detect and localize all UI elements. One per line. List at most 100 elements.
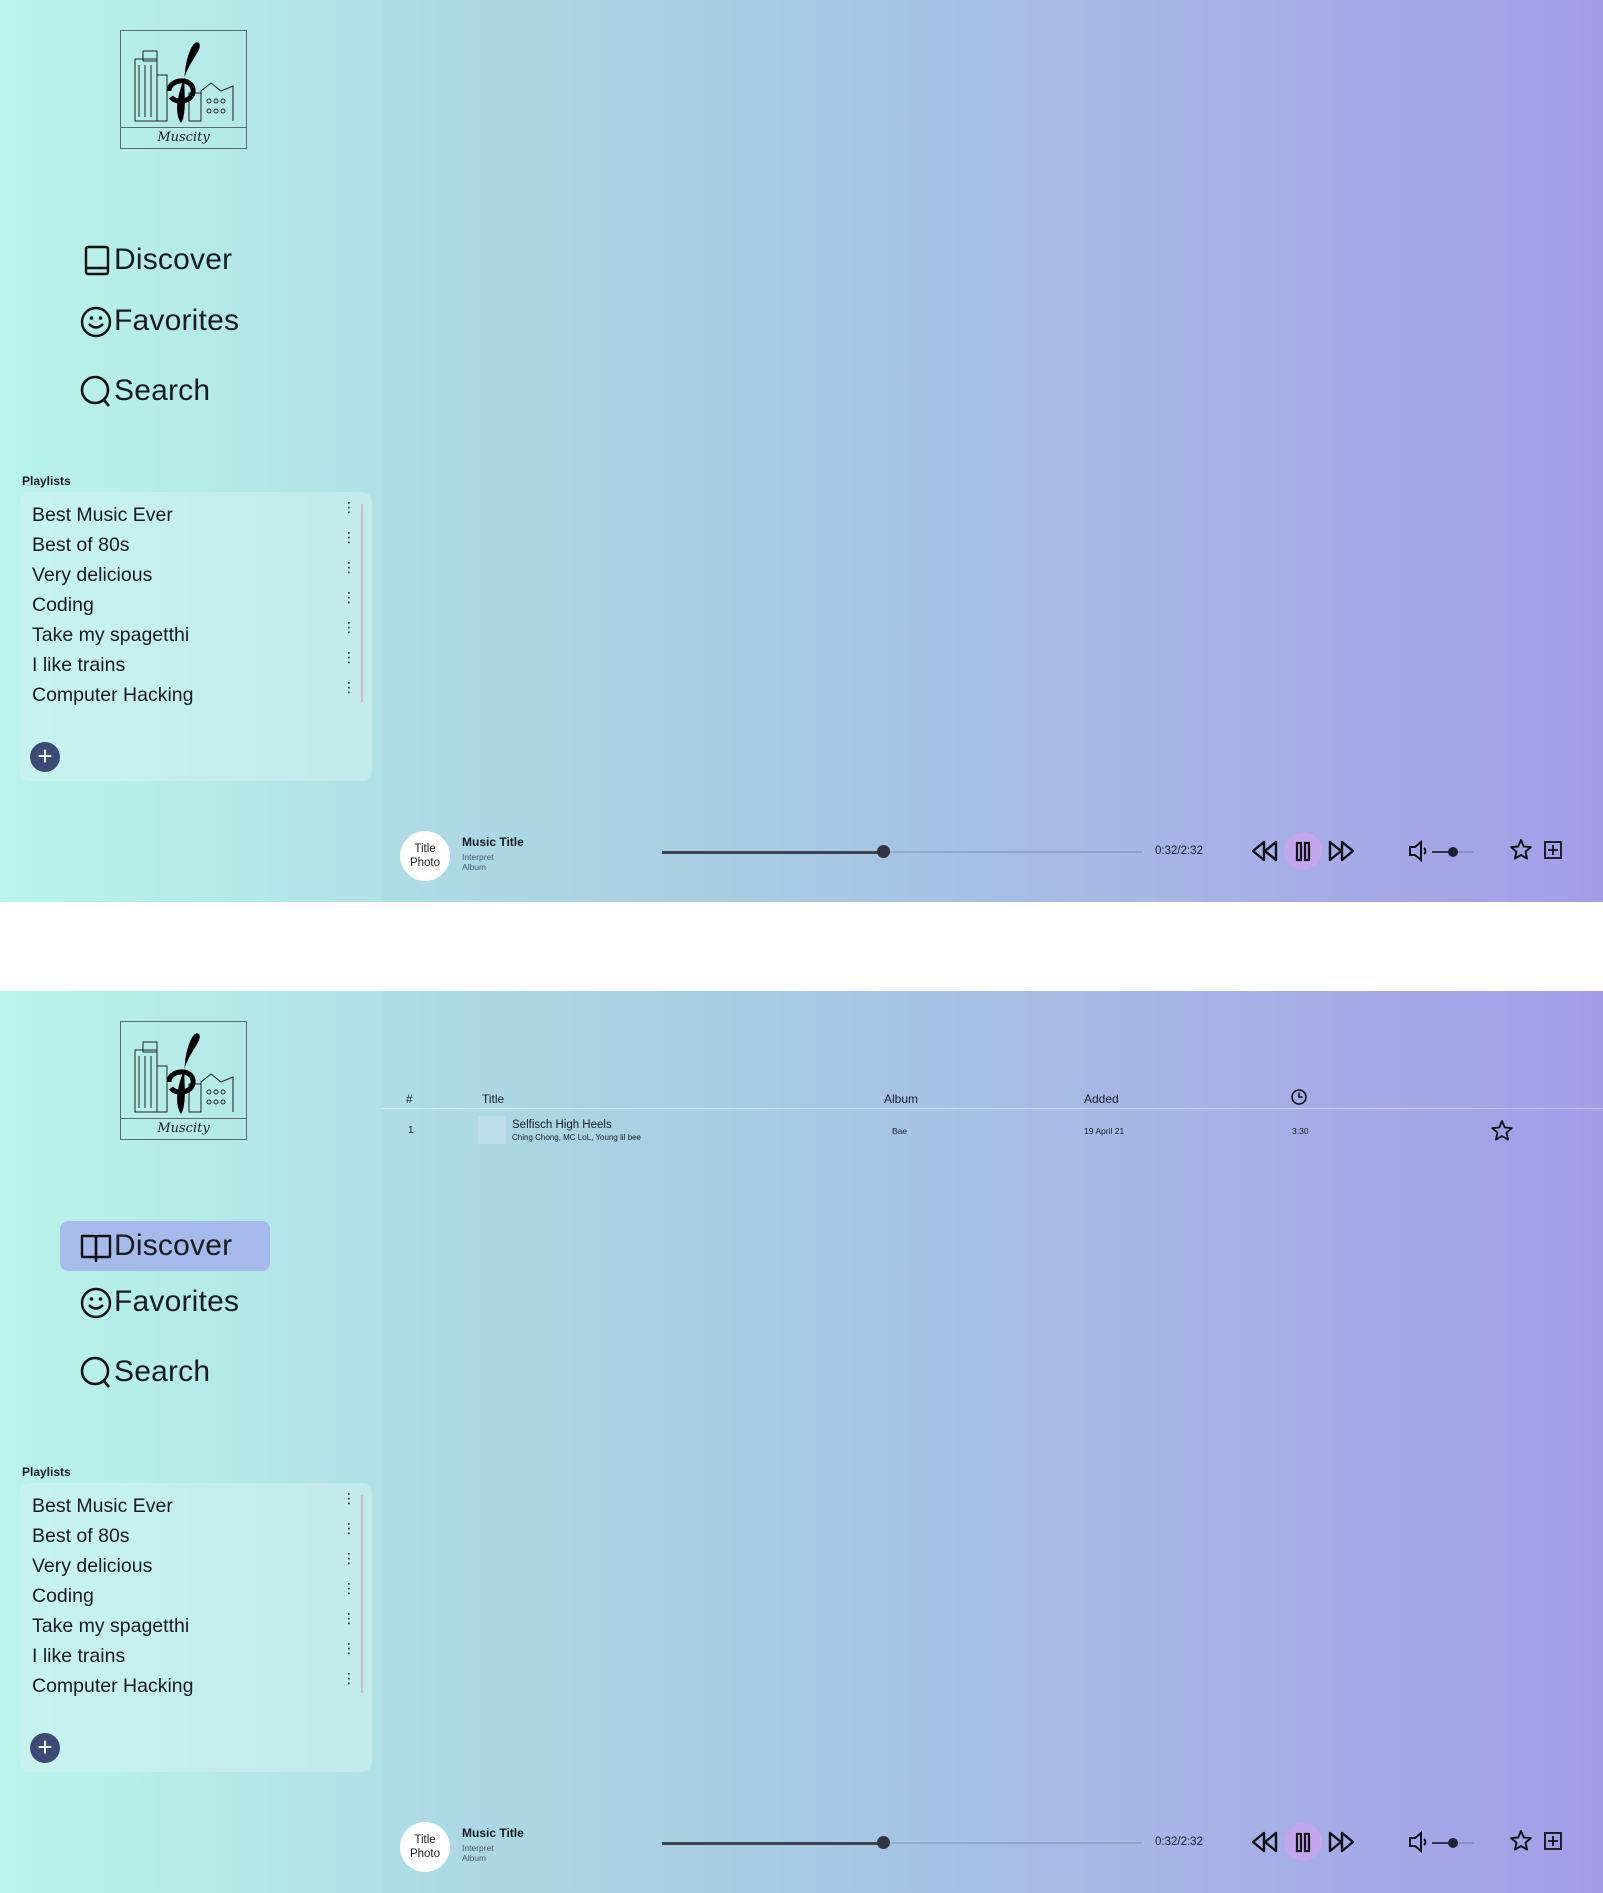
- volume-slider[interactable]: [1432, 847, 1474, 857]
- smiley-icon: [80, 1287, 112, 1319]
- more-vertical-icon[interactable]: ⋮: [342, 1521, 356, 1543]
- more-vertical-icon[interactable]: ⋮: [342, 1641, 356, 1663]
- star-icon[interactable]: [1489, 1118, 1515, 1144]
- star-icon[interactable]: [1508, 1826, 1534, 1856]
- volume-icon[interactable]: [1407, 835, 1431, 867]
- app-screen-default: Muscity Discover Favorites Search Playli…: [0, 0, 1603, 902]
- more-vertical-icon[interactable]: ⋮: [342, 1551, 356, 1573]
- nav-search[interactable]: Search: [60, 1347, 270, 1397]
- playlist-name: Best of 80s: [32, 534, 130, 556]
- column-header-number: #: [406, 1092, 413, 1106]
- add-to-playlist-icon[interactable]: [1540, 1826, 1566, 1856]
- track-row-added: 19 April 21: [1084, 1126, 1125, 1136]
- track-row-duration: 3:30: [1292, 1126, 1309, 1136]
- more-vertical-icon[interactable]: ⋮: [342, 1611, 356, 1633]
- volume-icon[interactable]: [1407, 1826, 1431, 1858]
- playlist-item[interactable]: Best of 80s ⋮: [32, 530, 356, 560]
- playlist-name: Computer Hacking: [32, 684, 194, 706]
- playlist-item[interactable]: Take my spagetthi ⋮: [32, 620, 356, 650]
- track-interpret: Interpret: [462, 852, 494, 862]
- add-playlist-button[interactable]: +: [30, 1733, 60, 1763]
- playlist-name: Best Music Ever: [32, 504, 173, 526]
- cover-line1: Title: [414, 1834, 436, 1846]
- nav-discover-label: Discover: [114, 243, 233, 276]
- add-playlist-button[interactable]: +: [30, 742, 60, 772]
- track-title: Music Title: [462, 1826, 524, 1840]
- track-row-title: Selfisch High Heels: [512, 1119, 612, 1131]
- logo: Muscity: [120, 1021, 247, 1140]
- fast-forward-icon[interactable]: [1326, 835, 1358, 867]
- playlists-heading: Playlists: [22, 1465, 71, 1479]
- playlists-panel: Best Music Ever ⋮ Best of 80s ⋮ Very delic…: [20, 492, 372, 781]
- playlist-item[interactable]: Computer Hacking ⋮: [32, 1671, 356, 1701]
- column-header-album[interactable]: Album: [884, 1092, 918, 1106]
- playlist-item[interactable]: Best Music Ever ⋮: [32, 500, 356, 530]
- playlist-item[interactable]: Very delicious ⋮: [32, 1551, 356, 1581]
- fast-forward-icon[interactable]: [1326, 1826, 1358, 1858]
- playlist-item[interactable]: Computer Hacking ⋮: [32, 680, 356, 710]
- playlists-heading: Playlists: [22, 474, 71, 488]
- playlist-name: I like trains: [32, 654, 126, 676]
- logo-city-icon: [134, 1033, 234, 1114]
- volume-slider[interactable]: [1432, 1838, 1474, 1848]
- cover-photo: Title Photo: [400, 831, 450, 881]
- column-header-title[interactable]: Title: [482, 1092, 504, 1106]
- star-icon[interactable]: [1508, 835, 1534, 865]
- logo-wordmark: Muscity: [121, 127, 246, 148]
- more-vertical-icon[interactable]: ⋮: [342, 1671, 356, 1693]
- nav-search-label: Search: [114, 1355, 211, 1388]
- playlist-item[interactable]: Take my spagetthi ⋮: [32, 1611, 356, 1641]
- playlist-item[interactable]: I like trains ⋮: [32, 650, 356, 680]
- logo-city-icon: [134, 42, 234, 124]
- progress-fill: [662, 850, 883, 854]
- nav-favorites[interactable]: Favorites: [60, 296, 270, 346]
- playlist-name: Best Music Ever: [32, 1495, 173, 1517]
- playlist-name: I like trains: [32, 1645, 126, 1667]
- nav-discover-label: Discover: [114, 1229, 233, 1262]
- track-album: Album: [462, 862, 487, 872]
- playlist-item[interactable]: Best of 80s ⋮: [32, 1521, 356, 1551]
- more-vertical-icon[interactable]: ⋮: [342, 1581, 356, 1603]
- more-vertical-icon[interactable]: ⋮: [342, 590, 356, 612]
- playlists-scrollbar[interactable]: [361, 504, 363, 702]
- playlist-item[interactable]: Coding ⋮: [32, 1581, 356, 1611]
- pause-icon[interactable]: [1287, 835, 1319, 867]
- volume-knob[interactable]: [1448, 1838, 1458, 1848]
- more-vertical-icon[interactable]: ⋮: [342, 1491, 356, 1513]
- playlist-item[interactable]: Coding ⋮: [32, 590, 356, 620]
- nav-search[interactable]: Search: [60, 366, 270, 416]
- pause-icon[interactable]: [1287, 1826, 1319, 1858]
- nav-discover[interactable]: Discover: [60, 235, 270, 285]
- playlist-item[interactable]: Best Music Ever ⋮: [32, 1491, 356, 1521]
- book-icon: [80, 1234, 112, 1262]
- more-vertical-icon[interactable]: ⋮: [342, 680, 356, 702]
- sidebar: Muscity Discover Favorites Search Playli…: [0, 0, 382, 902]
- nav-favorites[interactable]: Favorites: [60, 1277, 270, 1327]
- progress-knob[interactable]: [876, 1836, 890, 1849]
- playlists-panel: Best Music Ever ⋮ Best of 80s ⋮ Very delic…: [20, 1483, 372, 1772]
- more-vertical-icon[interactable]: ⋮: [342, 530, 356, 552]
- volume-knob[interactable]: [1448, 847, 1458, 857]
- track-interpret: Interpret: [462, 1843, 494, 1853]
- nav-discover[interactable]: Discover: [60, 1221, 270, 1271]
- more-vertical-icon[interactable]: ⋮: [342, 650, 356, 672]
- nav-search-label: Search: [114, 374, 211, 407]
- rewind-icon[interactable]: [1248, 835, 1280, 867]
- progress-bar[interactable]: [662, 1836, 1142, 1849]
- player-bar: Title Photo Music Title Interpret Album …: [382, 820, 1603, 900]
- progress-bar[interactable]: [662, 845, 1142, 858]
- more-vertical-icon[interactable]: ⋮: [342, 620, 356, 642]
- column-header-added[interactable]: Added: [1084, 1092, 1119, 1106]
- clock-icon[interactable]: [1290, 1088, 1308, 1106]
- more-vertical-icon[interactable]: ⋮: [342, 560, 356, 582]
- progress-knob[interactable]: [876, 845, 890, 858]
- playlists-scrollbar[interactable]: [361, 1495, 363, 1693]
- sidebar: Muscity Discover Favorites Search Playli…: [0, 991, 382, 1893]
- rewind-icon[interactable]: [1248, 1826, 1280, 1858]
- playlist-item[interactable]: I like trains ⋮: [32, 1641, 356, 1671]
- playlist-item[interactable]: Very delicious ⋮: [32, 560, 356, 590]
- add-to-playlist-icon[interactable]: [1540, 835, 1566, 865]
- more-vertical-icon[interactable]: ⋮: [342, 500, 356, 522]
- smiley-icon: [80, 306, 112, 338]
- track-table: # Title Album Added 1 Selfisch High Heel…: [382, 991, 1603, 1191]
